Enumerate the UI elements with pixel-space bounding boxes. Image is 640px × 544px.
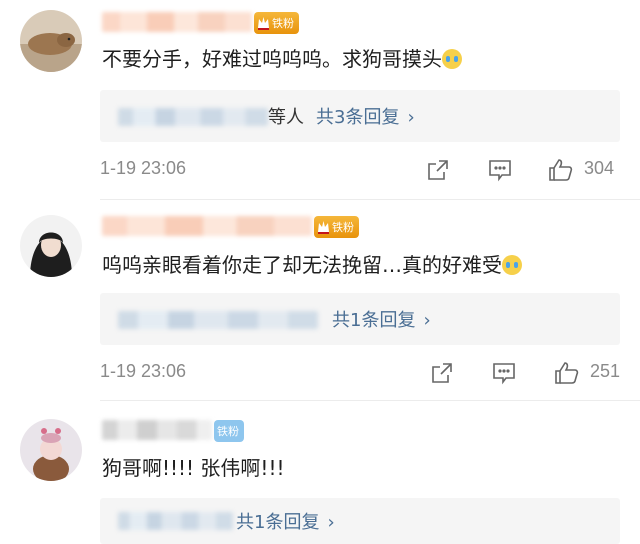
username[interactable] [102, 12, 252, 32]
comment-icon[interactable] [488, 158, 514, 182]
badge-label: 铁粉 [272, 17, 294, 30]
reply-count-link[interactable]: 共1条回复 › [332, 306, 431, 332]
timestamp: 1-19 23:06 [100, 158, 187, 178]
share-icon[interactable] [426, 158, 452, 182]
timestamp: 1-19 23:06 [100, 361, 187, 381]
divider [100, 400, 640, 401]
fan-badge: 铁粉 [214, 420, 244, 442]
comment-text: 呜呜亲眼看着你走了却无法挽留…真的好难受 [102, 251, 522, 279]
comment-item: 铁粉 狗哥啊!!!! 张伟啊!!! 共1条回复 › [0, 402, 640, 544]
chevron-right-icon: › [327, 512, 335, 533]
badge-label: 铁粉 [332, 221, 354, 234]
reply-users-blurred [118, 512, 233, 530]
chevron-right-icon: › [407, 107, 415, 128]
username[interactable] [102, 420, 212, 440]
reply-preview[interactable]: 共1条回复 › [100, 293, 620, 345]
reply-users-blurred [118, 108, 268, 126]
comment-meta: 1-19 23:06 304 [100, 158, 640, 182]
crying-emoji-icon [502, 255, 522, 275]
comment-text: 不要分手，好难过呜呜呜。求狗哥摸头 [102, 45, 462, 73]
reply-preview[interactable]: 共1条回复 › [100, 498, 620, 544]
comment-item: 铁粉 不要分手，好难过呜呜呜。求狗哥摸头 等人 共3条回复 › 1-19 23:0… [0, 0, 640, 200]
like-count: 304 [584, 158, 615, 178]
badge-label: 铁粉 [217, 425, 239, 438]
crying-emoji-icon [442, 49, 462, 69]
reply-users-suffix: 等人 [268, 107, 304, 128]
avatar[interactable] [20, 10, 82, 72]
comment-item: 铁粉 呜呜亲眼看着你走了却无法挽留…真的好难受 共1条回复 › 1-19 23:0… [0, 201, 640, 401]
comment-icon[interactable] [492, 361, 518, 385]
comment-meta: 1-19 23:06 251 [100, 361, 640, 385]
like-count: 251 [590, 361, 621, 381]
fan-badge: 铁粉 [254, 12, 299, 34]
crown-icon [257, 16, 270, 30]
avatar[interactable] [20, 215, 82, 277]
fan-badge: 铁粉 [314, 216, 359, 238]
comment-text: 狗哥啊!!!! 张伟啊!!! [102, 456, 285, 480]
reply-count-link[interactable]: 共3条回复 › [316, 103, 415, 129]
share-icon[interactable] [430, 361, 456, 385]
username[interactable] [102, 216, 312, 236]
reply-preview[interactable]: 等人 共3条回复 › [100, 90, 620, 142]
divider [100, 199, 640, 200]
like-icon[interactable] [554, 361, 580, 385]
chevron-right-icon: › [423, 310, 431, 331]
avatar[interactable] [20, 419, 82, 481]
like-icon[interactable] [548, 158, 574, 182]
crown-icon [317, 220, 330, 234]
reply-count-link[interactable]: 共1条回复 › [236, 508, 335, 534]
reply-users-blurred [118, 311, 318, 329]
